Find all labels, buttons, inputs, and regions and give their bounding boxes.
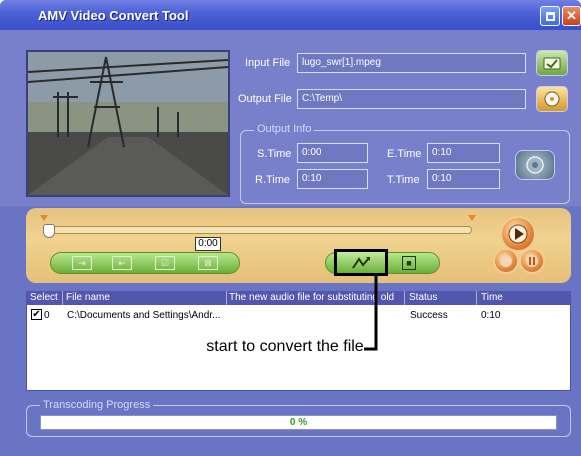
header-separator: [226, 291, 227, 305]
end-marker-icon: [468, 215, 476, 221]
title-bar: AMV Video Convert Tool ✕: [0, 0, 581, 30]
annotation-box: start to convert the file: [88, 331, 482, 363]
header-file-name[interactable]: File name: [66, 292, 224, 303]
header-separator: [404, 291, 405, 305]
seek-track[interactable]: [48, 226, 472, 234]
ttime-label: T.Time: [387, 174, 420, 186]
annotation-arrow: [364, 276, 378, 351]
progress-title: Transcoding Progress: [40, 399, 154, 411]
start-marker-icon: [40, 215, 48, 221]
prev-icon: [500, 255, 512, 267]
set-end-button[interactable]: ⇤: [112, 256, 132, 270]
settings-icon: [526, 156, 544, 174]
row-index: 0: [44, 310, 50, 321]
input-file-field[interactable]: lugo_swr[1].mpeg: [297, 53, 526, 73]
file-list-header: Select File name The new audio file for …: [26, 291, 571, 305]
header-separator: [476, 291, 477, 305]
etime-label: E.Time: [387, 148, 422, 160]
clear-button[interactable]: ⊠: [198, 256, 218, 270]
open-folder-icon: [543, 57, 561, 70]
output-info-title: Output Info: [254, 123, 315, 135]
play-icon: [508, 224, 528, 244]
row-checkbox[interactable]: ✔: [31, 309, 42, 320]
close-button[interactable]: ✕: [562, 6, 581, 26]
browse-output-button[interactable]: [536, 86, 568, 112]
row-file-name[interactable]: C:\Documents and Settings\Andr...: [67, 310, 220, 321]
row-time: 0:10: [481, 310, 501, 321]
output-file-field[interactable]: C:\Temp\: [297, 89, 526, 109]
stop-icon: ■: [406, 258, 412, 268]
restore-icon: [545, 11, 555, 21]
input-file-label: Input File: [245, 57, 291, 69]
header-status[interactable]: Status: [409, 292, 437, 303]
prev-button[interactable]: [493, 248, 519, 274]
restore-button[interactable]: [540, 6, 560, 26]
stime-label: S.Time: [257, 148, 292, 160]
header-select[interactable]: Select: [30, 292, 58, 303]
set-end-icon: ⇤: [118, 258, 126, 268]
play-button[interactable]: [500, 216, 536, 252]
set-start-button[interactable]: ⇥: [72, 256, 92, 270]
header-time[interactable]: Time: [481, 292, 503, 303]
video-preview: [26, 50, 230, 197]
pause-button[interactable]: [519, 248, 545, 274]
stime-field[interactable]: 0:00: [297, 143, 368, 163]
stop-button[interactable]: ■: [402, 256, 416, 270]
row-status: Success: [410, 310, 448, 321]
settings-button[interactable]: [515, 150, 555, 180]
disc-icon: [544, 91, 560, 107]
open-input-button[interactable]: [536, 50, 568, 76]
rtime-field[interactable]: 0:10: [297, 169, 368, 189]
rtime-label: R.Time: [255, 174, 291, 186]
convert-icon: [352, 256, 370, 269]
close-icon: ✕: [566, 8, 577, 23]
check-icon: ☑: [160, 258, 170, 268]
set-start-icon: ⇥: [78, 258, 86, 268]
annotation-text: start to convert the file: [206, 338, 364, 355]
etime-field[interactable]: 0:10: [427, 143, 500, 163]
preview-frame: [28, 52, 228, 195]
pause-icon: [526, 255, 538, 267]
output-file-label: Output File: [238, 93, 292, 105]
ttime-field[interactable]: 0:10: [427, 169, 500, 189]
current-time: 0:00: [195, 237, 221, 251]
window-title: AMV Video Convert Tool: [38, 8, 189, 23]
app-window: AMV Video Convert Tool ✕ Input File lugo…: [0, 0, 581, 456]
seek-thumb[interactable]: [43, 224, 55, 238]
transcoding-progress-bar: 0 %: [40, 415, 557, 430]
convert-button[interactable]: [334, 249, 388, 276]
select-button[interactable]: ☑: [155, 256, 175, 270]
progress-text: 0 %: [289, 417, 308, 428]
clear-icon: ⊠: [204, 258, 212, 268]
header-separator: [62, 291, 63, 305]
